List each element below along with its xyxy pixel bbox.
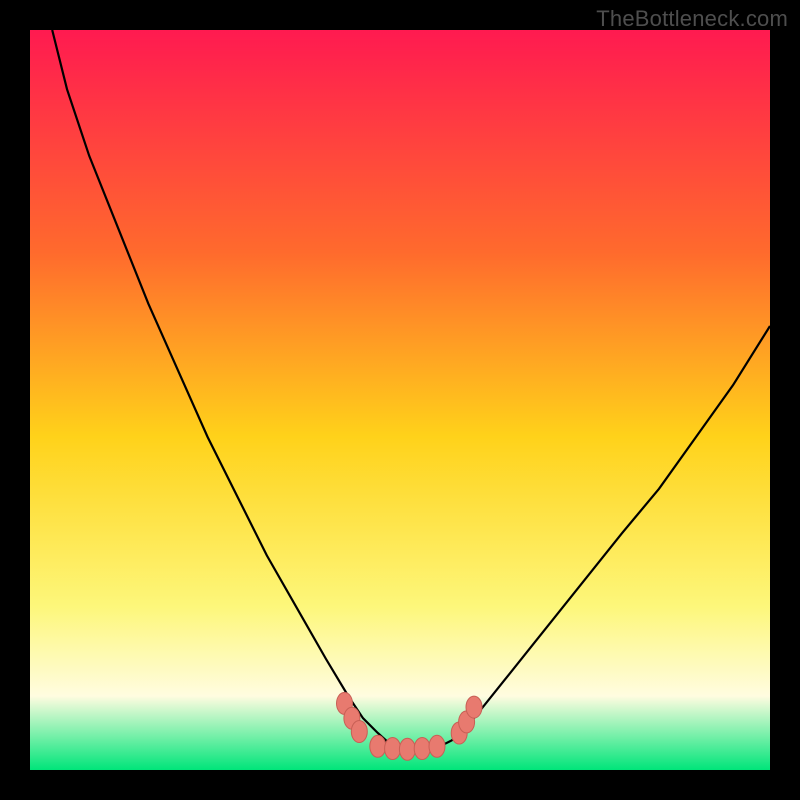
- chart-frame: TheBottleneck.com: [0, 0, 800, 800]
- bottleneck-chart: [30, 30, 770, 770]
- curve-marker: [385, 738, 401, 760]
- curve-marker: [351, 721, 367, 743]
- curve-marker: [429, 735, 445, 757]
- plot-area: [30, 30, 770, 770]
- curve-marker: [414, 738, 430, 760]
- curve-marker: [399, 738, 415, 760]
- curve-marker: [370, 735, 386, 757]
- watermark-text: TheBottleneck.com: [596, 6, 788, 32]
- gradient-background: [30, 30, 770, 770]
- curve-marker: [466, 696, 482, 718]
